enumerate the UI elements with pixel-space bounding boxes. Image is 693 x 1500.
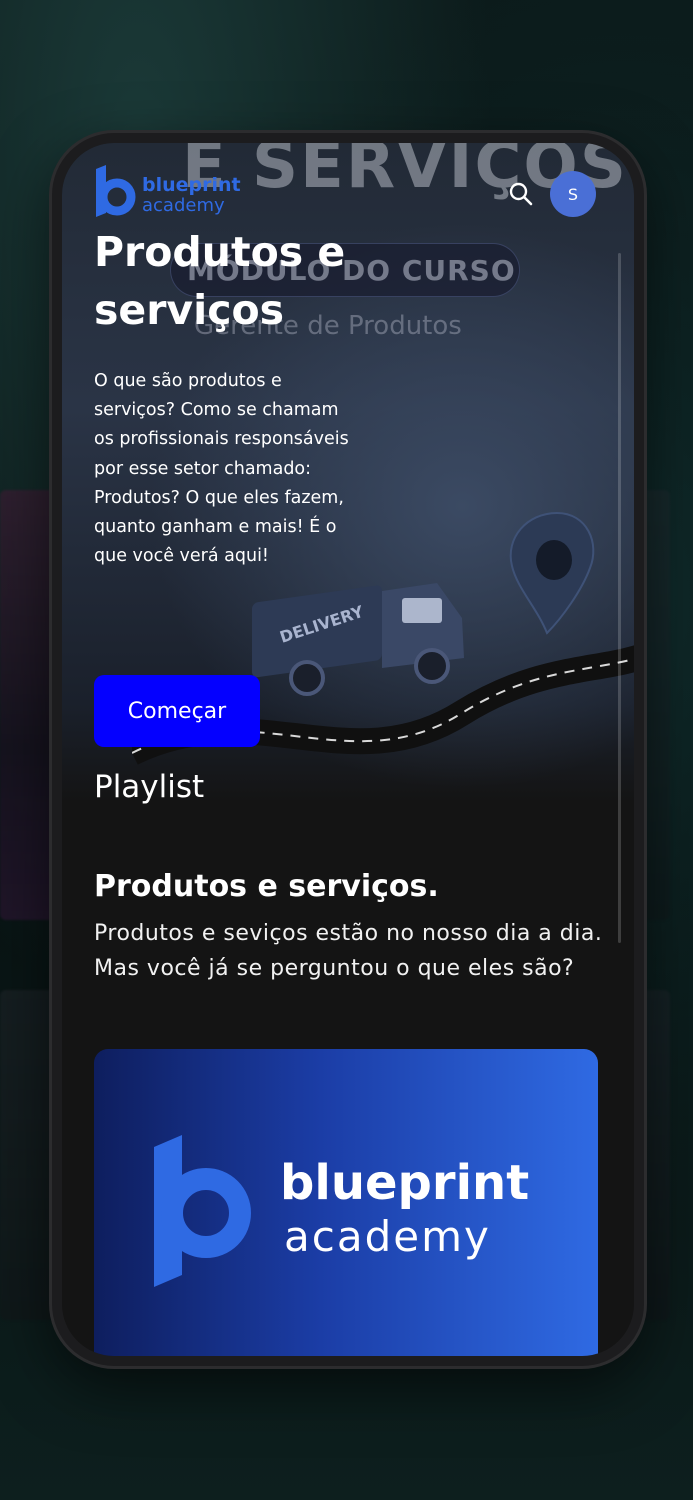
logo-text-line2: academy xyxy=(142,195,225,216)
course-title: Produtos e serviços xyxy=(94,228,346,334)
background-card xyxy=(0,490,60,920)
playlist-item-description: Produtos e seviços estão no nosso dia a … xyxy=(94,921,603,981)
start-button[interactable]: Começar xyxy=(94,675,260,747)
search-icon[interactable] xyxy=(508,181,534,207)
playlist-item-title[interactable]: Produtos e serviços. xyxy=(94,869,439,904)
logo-text-line1: blueprint xyxy=(142,174,241,196)
course-description: O que são produtos e serviços? Como se c… xyxy=(94,371,349,567)
user-avatar[interactable]: S xyxy=(550,171,596,217)
scrollbar[interactable] xyxy=(618,253,621,943)
playlist-item-thumbnail[interactable]: blueprint academy xyxy=(94,1049,598,1356)
blueprint-logo-icon[interactable]: blueprint academy xyxy=(92,161,252,221)
playlist-heading: Playlist xyxy=(94,769,205,805)
thumbnail-logo-line2: academy xyxy=(284,1212,491,1261)
phone-frame: E SERVIÇOS MÓDULO DO CURSO Gerente de Pr… xyxy=(52,133,644,1366)
location-pin-icon xyxy=(509,511,595,635)
thumbnail-logo-line1: blueprint xyxy=(280,1155,529,1211)
background-card xyxy=(0,990,60,1320)
phone-screen: E SERVIÇOS MÓDULO DO CURSO Gerente de Pr… xyxy=(62,143,634,1356)
thumbnail-logo: blueprint academy xyxy=(154,1135,529,1287)
